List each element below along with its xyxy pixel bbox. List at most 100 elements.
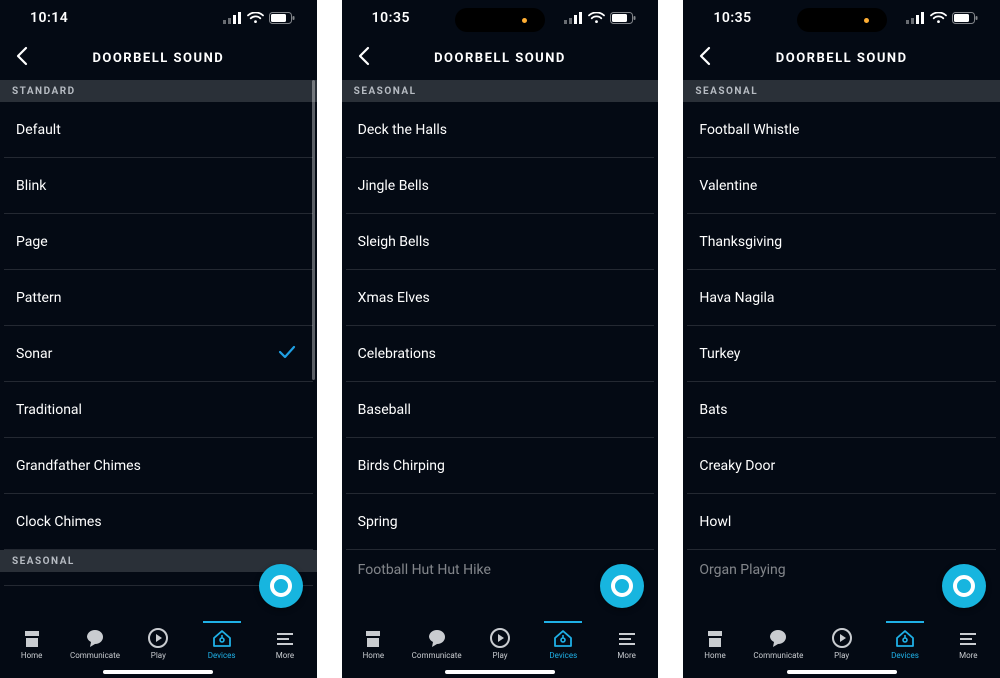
list-item[interactable]: Howl xyxy=(687,494,996,550)
wifi-icon xyxy=(930,12,947,24)
list-item[interactable]: Celebrations xyxy=(346,326,655,382)
list-item[interactable]: Jingle Bells xyxy=(346,158,655,214)
home-indicator[interactable] xyxy=(787,670,897,674)
sound-label: Traditional xyxy=(16,402,82,418)
battery-icon xyxy=(269,12,295,24)
tab-communicate[interactable]: Communicate xyxy=(63,627,126,660)
wifi-icon xyxy=(588,12,605,24)
list-item[interactable]: Birds Chirping xyxy=(346,438,655,494)
tab-play[interactable]: Play xyxy=(127,627,190,660)
sound-label: Baseball xyxy=(358,402,411,418)
battery-icon xyxy=(952,12,978,24)
list-item[interactable]: Bats xyxy=(687,382,996,438)
tab-play[interactable]: Play xyxy=(810,627,873,660)
list-item[interactable]: Default xyxy=(4,102,313,158)
sound-label: Jingle Bells xyxy=(358,178,429,194)
play-icon xyxy=(147,627,169,649)
list-item[interactable]: Sonar xyxy=(4,326,313,382)
alexa-fab-button[interactable] xyxy=(942,564,986,608)
back-button[interactable] xyxy=(356,45,372,71)
alexa-icon xyxy=(268,573,294,599)
play-icon xyxy=(831,627,853,649)
back-button[interactable] xyxy=(697,45,713,71)
list-item[interactable]: Pattern xyxy=(4,270,313,326)
more-icon xyxy=(616,627,638,649)
home-indicator[interactable] xyxy=(103,670,213,674)
list-item[interactable]: Grandfather Chimes xyxy=(4,438,313,494)
list-item[interactable]: Creaky Door xyxy=(687,438,996,494)
sound-label: Turkey xyxy=(699,346,740,362)
tab-more[interactable]: More xyxy=(937,627,1000,660)
phone-screen: 10:14 DOORBELL SOUNDSTANDARDDefaultBlink… xyxy=(0,0,317,678)
tab-communicate[interactable]: Communicate xyxy=(747,627,810,660)
sound-label: Valentine xyxy=(699,178,757,194)
list-item[interactable]: Xmas Elves xyxy=(346,270,655,326)
dynamic-island xyxy=(797,8,887,32)
sound-label: Thanksgiving xyxy=(699,234,782,250)
cellular-icon xyxy=(906,12,925,24)
tab-label: Devices xyxy=(549,651,577,660)
tab-communicate[interactable]: Communicate xyxy=(405,627,468,660)
sound-label: Bats xyxy=(699,402,727,418)
tab-label: Home xyxy=(704,651,726,660)
list-item[interactable]: Clock Chimes xyxy=(4,494,313,550)
list-item[interactable]: Thanksgiving xyxy=(687,214,996,270)
tab-more[interactable]: More xyxy=(253,627,316,660)
devices-icon xyxy=(552,627,574,649)
sound-label: Blink xyxy=(16,178,46,194)
tab-play[interactable]: Play xyxy=(468,627,531,660)
section-header: STANDARD xyxy=(0,80,317,102)
scrollbar-thumb[interactable] xyxy=(312,80,315,380)
list-item[interactable]: Baseball xyxy=(346,382,655,438)
page-title: DOORBELL SOUND xyxy=(434,51,566,66)
list-item[interactable]: Page xyxy=(4,214,313,270)
alexa-fab-button[interactable] xyxy=(259,564,303,608)
list-item[interactable]: Sleigh Bells xyxy=(346,214,655,270)
list-item[interactable]: Spring xyxy=(346,494,655,550)
tab-devices[interactable]: Devices xyxy=(532,627,595,660)
cellular-icon xyxy=(564,12,583,24)
check-icon xyxy=(277,342,297,366)
sound-list[interactable]: STANDARD Default Blink PagePatternSonar Trad… xyxy=(0,80,317,620)
status-time: 10:35 xyxy=(372,10,410,26)
home-indicator[interactable] xyxy=(445,670,555,674)
list-item[interactable]: Blink xyxy=(4,158,313,214)
sound-label: Creaky Door xyxy=(699,458,775,474)
page-title: DOORBELL SOUND xyxy=(92,51,224,66)
cellular-icon xyxy=(223,12,242,24)
list-item[interactable]: Valentine xyxy=(687,158,996,214)
tab-home[interactable]: Home xyxy=(683,627,746,660)
sound-label: Deck the Halls xyxy=(358,122,447,138)
home-icon xyxy=(21,627,43,649)
sound-label: Xmas Elves xyxy=(358,290,430,306)
sound-label: Grandfather Chimes xyxy=(16,458,141,474)
tab-label: Devices xyxy=(891,651,919,660)
sound-list[interactable]: SEASONALDeck the HallsJingle BellsSleigh… xyxy=(342,80,659,620)
tab-devices[interactable]: Devices xyxy=(873,627,936,660)
page-title: DOORBELL SOUND xyxy=(776,51,908,66)
tab-label: Play xyxy=(834,651,849,660)
tab-label: More xyxy=(276,651,294,660)
tab-more[interactable]: More xyxy=(595,627,658,660)
sound-label: Default xyxy=(16,122,61,138)
list-item[interactable]: Deck the Halls xyxy=(346,102,655,158)
more-icon xyxy=(957,627,979,649)
list-item[interactable]: Football Whistle xyxy=(687,102,996,158)
communicate-icon xyxy=(426,627,448,649)
dynamic-island xyxy=(455,8,545,32)
tab-home[interactable]: Home xyxy=(342,627,405,660)
tab-home[interactable]: Home xyxy=(0,627,63,660)
list-item[interactable]: Hava Nagila xyxy=(687,270,996,326)
list-item[interactable]: Traditional xyxy=(4,382,313,438)
tab-devices[interactable]: Devices xyxy=(190,627,253,660)
more-icon xyxy=(274,627,296,649)
tab-label: Home xyxy=(21,651,43,660)
sound-list[interactable]: SEASONALFootball Whistle Valentine Thanksg… xyxy=(683,80,1000,620)
list-item[interactable]: Turkey xyxy=(687,326,996,382)
sound-label: Sleigh Bells xyxy=(358,234,430,250)
status-icons xyxy=(564,12,636,24)
sound-label: Football Hut Hut Hike xyxy=(358,562,491,578)
home-icon xyxy=(362,627,384,649)
section-header: SEASONAL xyxy=(683,80,1000,102)
back-button[interactable] xyxy=(14,45,30,71)
